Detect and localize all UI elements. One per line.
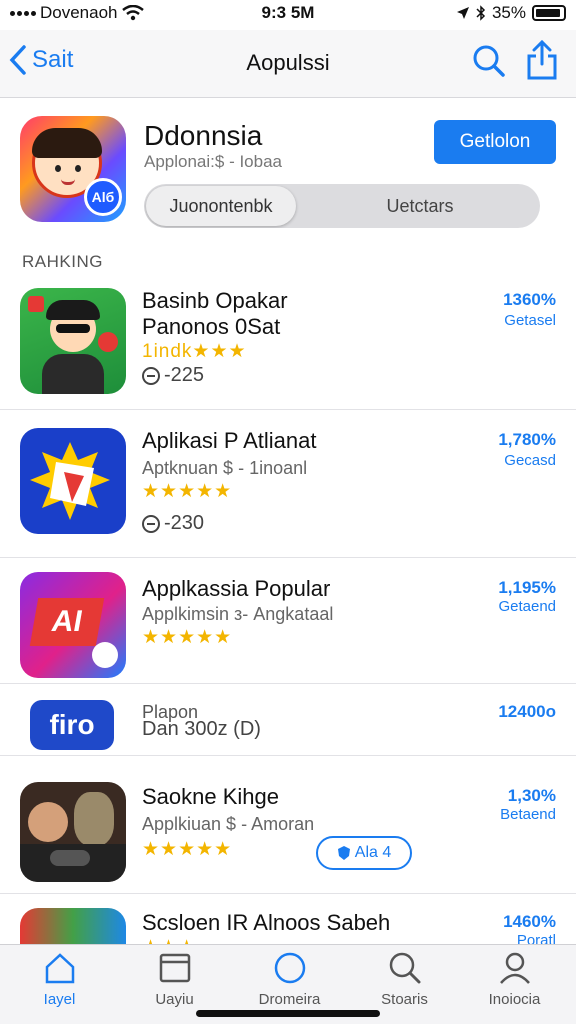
compass-icon [274, 952, 305, 984]
tab-label: Dromeira [258, 991, 321, 1008]
app-subtitle: Applkiuan $ - Amoran [142, 814, 315, 834]
window-icon [159, 953, 190, 983]
app-meta: -230 [142, 512, 204, 535]
open-button[interactable]: Ala 4 [316, 836, 412, 870]
tab-account[interactable]: Inoiocia [457, 951, 572, 1008]
list-item[interactable]: firo Plapon Dan 300z (D) 12400o [0, 684, 576, 756]
rating-stars: 1indk★★★ [142, 341, 247, 362]
app-percent: 1460% [503, 912, 556, 931]
home-indicator [196, 1010, 380, 1017]
list-item[interactable]: Basinb Opakar Panonos 0Sat 1indk★★★ -225… [0, 280, 576, 410]
app-meta: -225 [142, 364, 204, 387]
app-percent: 12400o [498, 702, 556, 721]
bluetooth-icon [476, 5, 486, 21]
app-badge: Alб [84, 178, 122, 216]
tab-label: Iayel [43, 991, 76, 1008]
app-name: Applkassia Popular [142, 576, 331, 601]
rating-stars: ★★★★★ [142, 627, 233, 648]
tab-label: Stoaris [381, 991, 428, 1008]
app-name: Saokne Kihge [142, 784, 279, 809]
segment-content[interactable]: Juonontenbk [146, 186, 296, 226]
tab-games[interactable]: Uayiu [117, 951, 232, 1008]
list-item[interactable]: AI Applkassia Popular Applkimsin з- Angk… [0, 558, 576, 684]
battery-icon [532, 5, 566, 21]
navigation-bar: Sait Aopulssi [0, 30, 576, 98]
app-percent: 1,780% [498, 430, 556, 449]
get-button[interactable]: Getlolon [434, 120, 556, 164]
search-icon [389, 952, 420, 984]
app-status: Getaend [498, 598, 556, 615]
list-item[interactable]: Saokne Kihge Applkiuan $ - Amoran ★★★★★ … [0, 756, 576, 894]
app-meta-value: -230 [164, 512, 205, 534]
app-percent: 1,30% [507, 786, 556, 805]
rating-stars: ★★★★★ [142, 481, 233, 502]
app-subtitle: Applkimsin з- Angkataal [142, 604, 334, 624]
tab-label: Inoiocia [488, 991, 541, 1008]
tab-explore[interactable]: Dromeira [232, 951, 347, 1008]
person-icon [499, 952, 530, 984]
home-icon [45, 953, 74, 984]
battery-percent: 35% [491, 3, 526, 22]
search-icon[interactable] [472, 44, 506, 78]
rating-stars: ★★★★★ [142, 839, 233, 860]
featured-app-icon[interactable]: Alб [20, 116, 126, 222]
shield-icon [337, 846, 350, 860]
app-name: Scsloen IR Alnoos Sabeh [142, 910, 391, 935]
app-meta-value: -225 [164, 364, 205, 386]
tab-label: Uayiu [155, 991, 194, 1008]
app-icon [20, 428, 126, 534]
featured-app-name: Ddonnsia [144, 120, 263, 151]
list-item[interactable]: Aplikasi P Atlianat Aptknuan $ - 1inoanl… [0, 410, 576, 558]
app-percent: 1360% [503, 290, 556, 309]
app-status: Gecasd [504, 452, 556, 469]
app-status: Betaend [500, 806, 556, 823]
open-button-label: Ala 4 [354, 844, 392, 861]
segmented-control: Uetctars Juonontenbk [144, 184, 540, 228]
share-icon[interactable] [526, 40, 558, 80]
app-subtitle: Aptknuan $ - 1inoanl [142, 458, 308, 478]
app-logo: firo [30, 700, 114, 750]
app-icon [20, 288, 126, 394]
app-percent: 1,195% [498, 578, 556, 597]
section-title: RAHKING [22, 252, 103, 271]
status-bar: Dovenaoh 9:3 5M 35% [0, 0, 576, 26]
star-burst-icon [30, 442, 110, 520]
location-icon [456, 7, 469, 19]
tab-search[interactable]: Stoaris [347, 951, 462, 1008]
status-right: 35% [456, 3, 566, 23]
app-status: Getasel [504, 312, 556, 329]
clock-icon [142, 514, 160, 533]
app-icon: AI [20, 572, 126, 678]
clock-icon [142, 366, 160, 385]
segment-updates[interactable]: Uetctars [300, 184, 540, 228]
tab-today[interactable]: Iayel [2, 951, 117, 1008]
app-name: Basinb Opakar Panonos 0Sat [142, 288, 288, 339]
app-name: Aplikasi P Atlianat [142, 428, 317, 453]
featured-app-card: Alб Ddonnsia Applonai:$ - Iobaa Getlolon… [20, 116, 556, 236]
featured-app-subtitle: Applonai:$ - Iobaa [144, 152, 282, 171]
app-icon [20, 782, 126, 882]
app-subtitle: Dan 300z (D) [142, 718, 261, 740]
